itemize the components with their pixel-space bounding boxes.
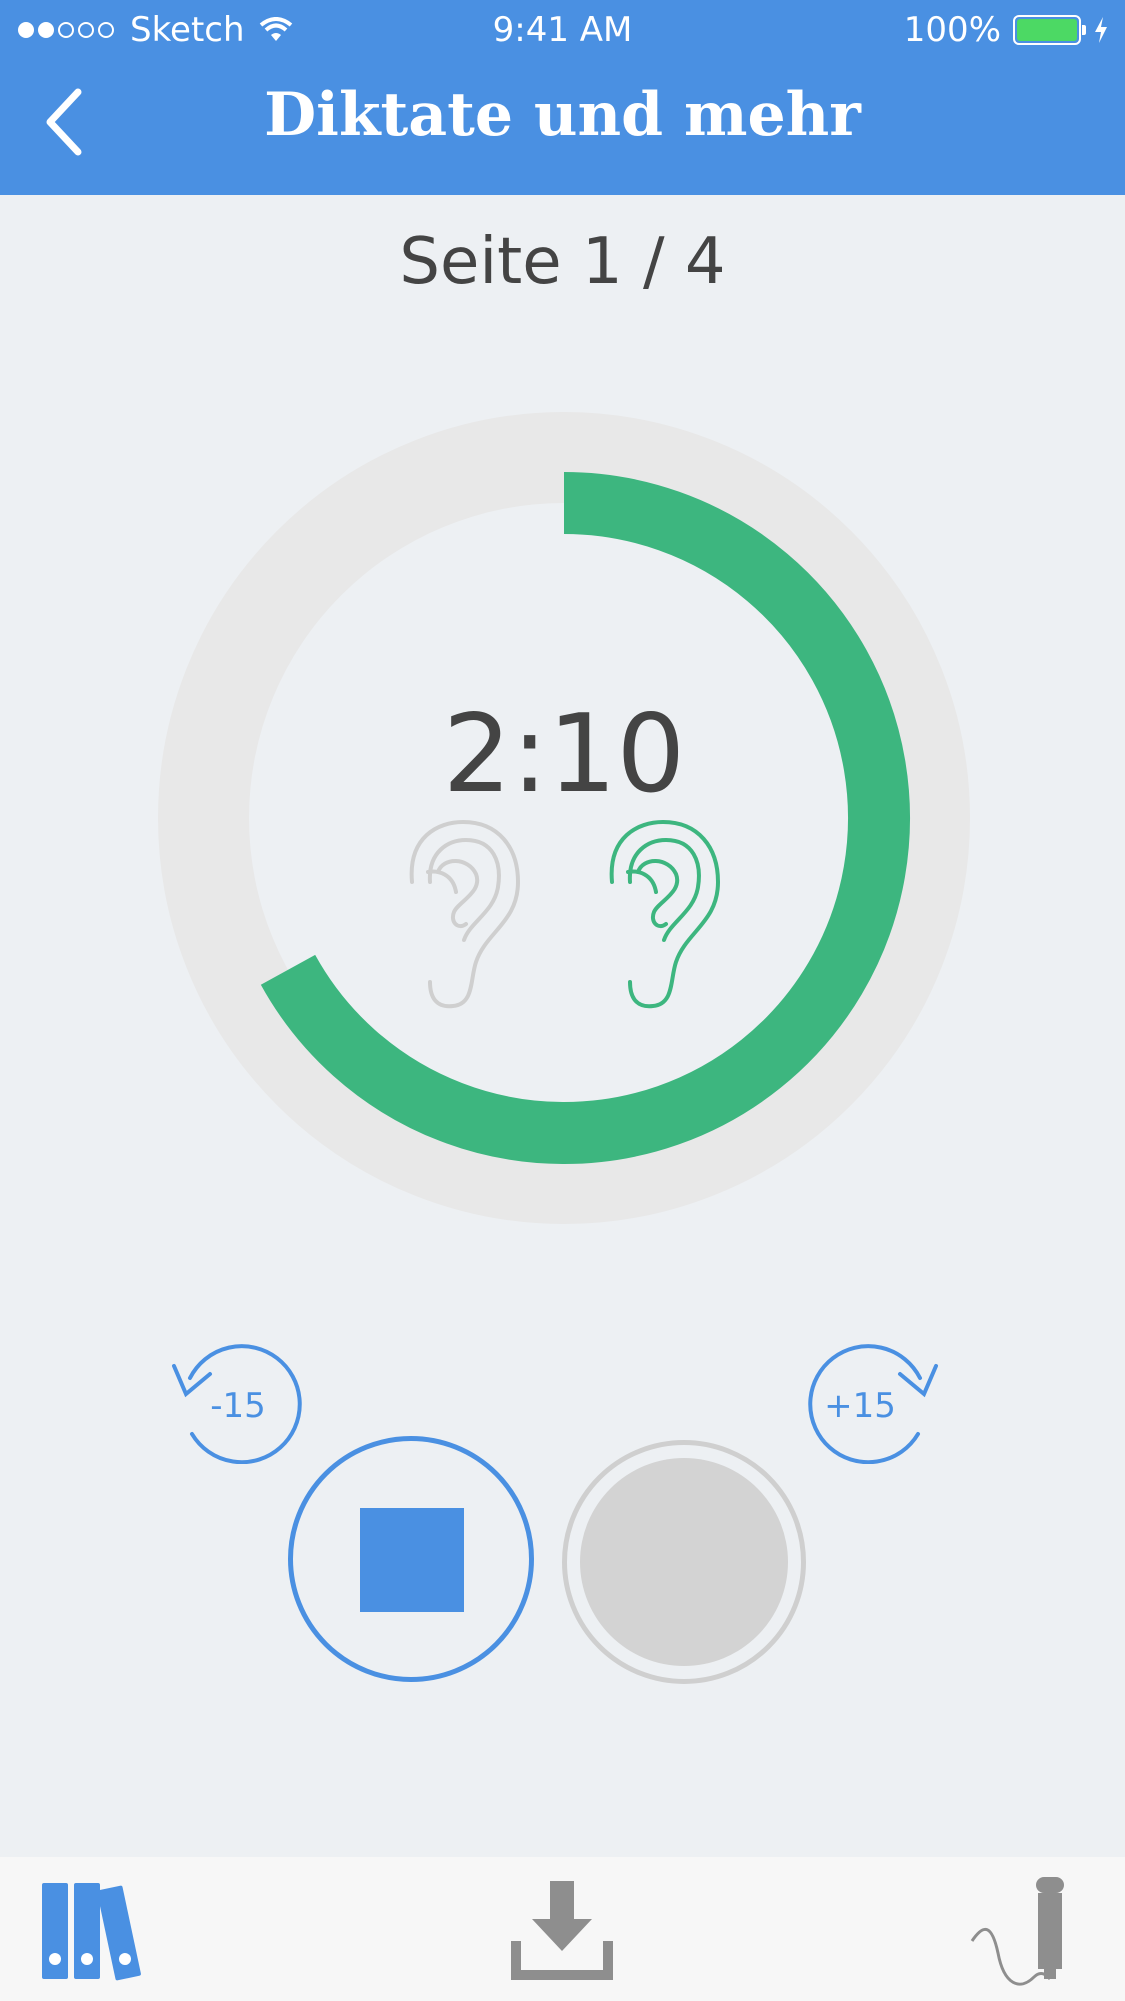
stop-button[interactable] [288, 1436, 534, 1682]
microphone-icon [970, 1877, 1064, 1986]
stop-icon [360, 1508, 464, 1612]
download-icon [511, 1881, 613, 1980]
books-icon [42, 1883, 141, 1981]
page-title: Diktate und mehr [264, 80, 861, 150]
skip-forward-label: +15 [824, 1386, 896, 1426]
charging-icon [1095, 17, 1107, 43]
battery-percentage: 100% [903, 10, 1001, 50]
page-indicator: Seite 1 / 4 [399, 225, 726, 299]
record-icon [580, 1458, 788, 1666]
skip-back-label: -15 [210, 1386, 266, 1426]
ear-icon [409, 819, 521, 1009]
timer-display: 2:10 [442, 692, 686, 817]
tab-library[interactable] [38, 1879, 158, 1983]
tab-bar [0, 1857, 1125, 2001]
tab-dictation[interactable] [970, 1873, 1080, 1993]
record-button[interactable] [562, 1440, 806, 1684]
skip-forward-button[interactable]: +15 [800, 1338, 940, 1465]
status-right: 100% [904, 10, 1111, 50]
progress-ring [158, 412, 970, 1224]
battery-icon [1013, 15, 1086, 45]
skip-back-button[interactable]: -15 [170, 1338, 310, 1465]
ear-right-button[interactable] [598, 812, 728, 1012]
ear-icon [609, 819, 721, 1009]
ear-left-button[interactable] [398, 812, 528, 1012]
status-bar: Sketch 9:41 AM 100% [0, 0, 1125, 62]
navigation-bar: Diktate und mehr [0, 62, 1125, 195]
progress-dial: 2:10 [158, 412, 970, 1224]
tab-download[interactable] [510, 1879, 614, 1983]
